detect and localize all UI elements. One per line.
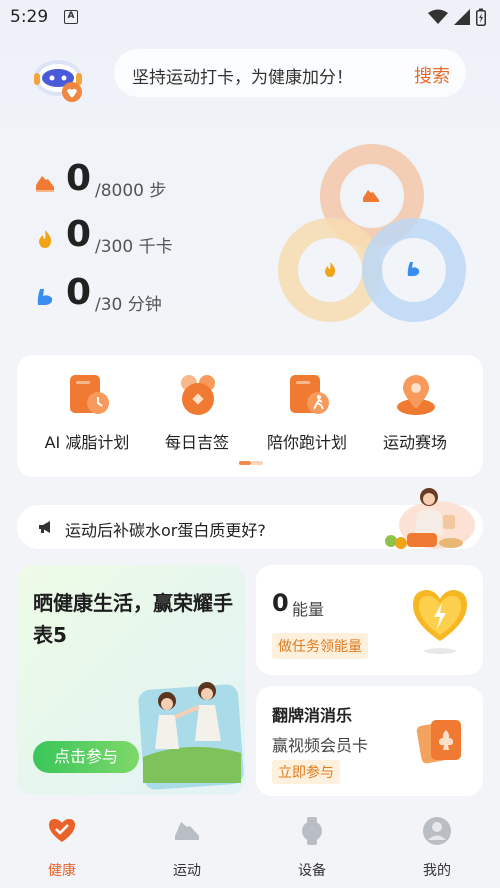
flip-game-subtitle: 赢视频会员卡 [272, 736, 369, 755]
heart-icon [49, 819, 75, 842]
steps-target: /8000 步 [95, 181, 167, 201]
search-placeholder: 坚持运动打卡，为健康加分！ [132, 68, 353, 88]
minutes-value: 0 [66, 272, 92, 313]
wifi-icon [428, 9, 448, 24]
quick-action-label: 陪你跑计划 [266, 433, 347, 452]
search-button[interactable]: 搜索 [414, 62, 450, 88]
steps-stat[interactable]: 0 /8000 步 [34, 158, 274, 206]
search-bar[interactable]: 坚持运动打卡，为健康加分！ 搜索 [114, 49, 466, 97]
muscle-icon [37, 289, 53, 305]
status-indicators [428, 8, 486, 26]
tab-health[interactable]: 健康 [22, 816, 102, 879]
location-pin-icon [397, 375, 435, 415]
tab-label: 健康 [48, 863, 76, 879]
quick-action-label: 每日吉签 [164, 433, 229, 452]
flip-cards-icon [416, 720, 461, 764]
quick-action-arena[interactable]: 运动赛场 [357, 373, 473, 453]
lucky-coin-icon [181, 375, 215, 415]
tab-label: 我的 [423, 863, 451, 879]
steps-value: 0 [66, 158, 92, 199]
tab-label: 运动 [173, 863, 201, 879]
tab-device[interactable]: 设备 [272, 816, 352, 879]
bottom-tab-bar: 健康 运动 设备 我的 [0, 808, 500, 888]
tab-label: 设备 [298, 863, 326, 879]
profile-icon [423, 817, 451, 845]
energy-unit: 能量 [292, 600, 325, 619]
sneaker-icon [175, 822, 199, 840]
flip-game-title: 翻牌消消乐 [272, 706, 353, 725]
flame-icon [39, 230, 52, 248]
ring-muscle-icon [407, 262, 420, 276]
nutrition-illustration [385, 488, 475, 549]
quick-action-label: 运动赛场 [382, 433, 447, 452]
page-indicator [239, 461, 263, 465]
quick-action-run-plan[interactable]: 陪你跑计划 [249, 373, 365, 453]
energy-heart-icon [413, 590, 467, 654]
promo-join-button[interactable]: 点击参与 [33, 741, 139, 773]
flip-game-join-button[interactable]: 立即参与 [272, 760, 340, 784]
run-plan-icon [290, 375, 329, 414]
ring-shoe-icon [363, 190, 379, 202]
quick-action-label: AI 减脂计划 [44, 433, 130, 452]
tip-text: 运动后补碳水or蛋白质更好? [65, 521, 266, 540]
energy-task-button[interactable]: 做任务领能量 [272, 633, 368, 659]
tip-banner[interactable]: 运动后补碳水or蛋白质更好? [17, 488, 483, 549]
calories-stat[interactable]: 0 /300 千卡 [34, 214, 274, 262]
shoe-icon [36, 176, 54, 192]
status-time: 5:29 [10, 7, 49, 27]
calories-value: 0 [66, 214, 92, 255]
signal-icon [454, 9, 470, 25]
ring-flame-icon [325, 262, 336, 277]
megaphone-icon [39, 521, 50, 533]
tab-sport[interactable]: 运动 [147, 816, 227, 879]
battery-icon [476, 8, 486, 26]
tab-profile[interactable]: 我的 [397, 816, 477, 879]
minutes-stat[interactable]: 0 /30 分钟 [34, 272, 274, 320]
flip-game-card[interactable]: 翻牌消消乐 赢视频会员卡 立即参与 [256, 686, 483, 796]
calories-target: /300 千卡 [95, 237, 173, 257]
robot-avatar-icon[interactable] [30, 48, 86, 104]
quick-action-ai-plan[interactable]: AI 减脂计划 [29, 373, 145, 453]
notification-app-icon: A [64, 10, 78, 24]
promo-illustration [138, 682, 244, 790]
quick-actions-card: AI 减脂计划 每日吉签 陪你跑计划 运动赛场 [17, 355, 483, 477]
energy-card[interactable]: 0 能量 做任务领能量 [256, 565, 483, 675]
activity-rings[interactable] [276, 140, 472, 330]
watch-icon [302, 817, 322, 845]
status-bar: 5:29 A [0, 0, 500, 34]
promo-title: 晒健康生活，赢荣耀手表5 [33, 591, 233, 647]
plan-clock-icon [70, 375, 109, 414]
promo-card[interactable]: 晒健康生活，赢荣耀手表5 点击参与 [17, 565, 245, 795]
energy-value: 0 [272, 589, 289, 617]
quick-action-daily-luck[interactable]: 每日吉签 [139, 373, 255, 453]
minutes-target: /30 分钟 [95, 295, 162, 315]
header: 坚持运动打卡，为健康加分！ 搜索 [0, 40, 500, 110]
